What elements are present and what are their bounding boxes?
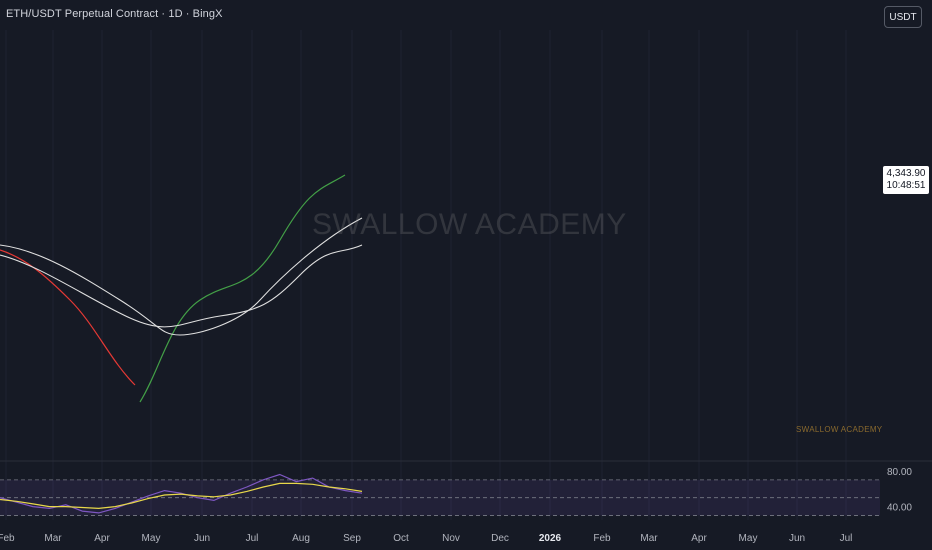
ma-line-white-1 <box>0 217 363 336</box>
x-tick-label: Jun <box>789 533 805 544</box>
rsi-tick-label: 40.00 <box>887 503 912 514</box>
x-tick-label: May <box>739 533 758 544</box>
chart-canvas: 7,500.006,300.005,500.004,700.003,900.00… <box>0 30 932 544</box>
watermark-corner: SWALLOW ACADEMY <box>796 425 883 434</box>
last-price-badge: 4,343.90 10:48:51 <box>883 166 929 194</box>
x-tick-label: Mar <box>44 533 62 544</box>
moving-averages <box>0 174 363 403</box>
x-tick-label: Apr <box>94 533 110 544</box>
x-tick-label: Jun <box>194 533 210 544</box>
x-tick-label: 2026 <box>539 533 562 544</box>
chart-title: ETH/USDT Perpetual Contract · 1D · BingX <box>6 8 223 20</box>
x-tick-label: Feb <box>0 533 15 544</box>
x-tick-label: Jul <box>840 533 853 544</box>
x-tick-label: Oct <box>393 533 409 544</box>
last-price: 4,343.90 <box>886 168 926 179</box>
x-tick-label: Jul <box>246 533 259 544</box>
x-tick-label: May <box>142 533 161 544</box>
x-tick-label: Mar <box>640 533 658 544</box>
ma-line-white-2 <box>0 244 363 328</box>
x-tick-label: Aug <box>292 533 310 544</box>
x-tick-label: Nov <box>442 533 460 544</box>
currency-button[interactable]: USDT <box>884 6 922 28</box>
x-tick-label: Feb <box>593 533 611 544</box>
grid <box>5 30 847 520</box>
x-axis: Feb Mar Apr May Jun Jul Aug Sep Oct Nov Dec 2026 Feb… <box>0 533 852 544</box>
candle-countdown: 10:48:51 <box>886 180 926 191</box>
rsi-pane: 80.00 40.00 <box>0 460 932 516</box>
ema-line-red <box>0 249 136 386</box>
rsi-tick-label: 80.00 <box>887 467 912 478</box>
watermark-main: SWALLOW ACADEMY <box>312 208 627 241</box>
rsi-band-fill <box>0 479 880 516</box>
x-tick-label: Dec <box>491 533 509 544</box>
x-tick-label: Apr <box>691 533 707 544</box>
x-tick-label: Sep <box>343 533 361 544</box>
